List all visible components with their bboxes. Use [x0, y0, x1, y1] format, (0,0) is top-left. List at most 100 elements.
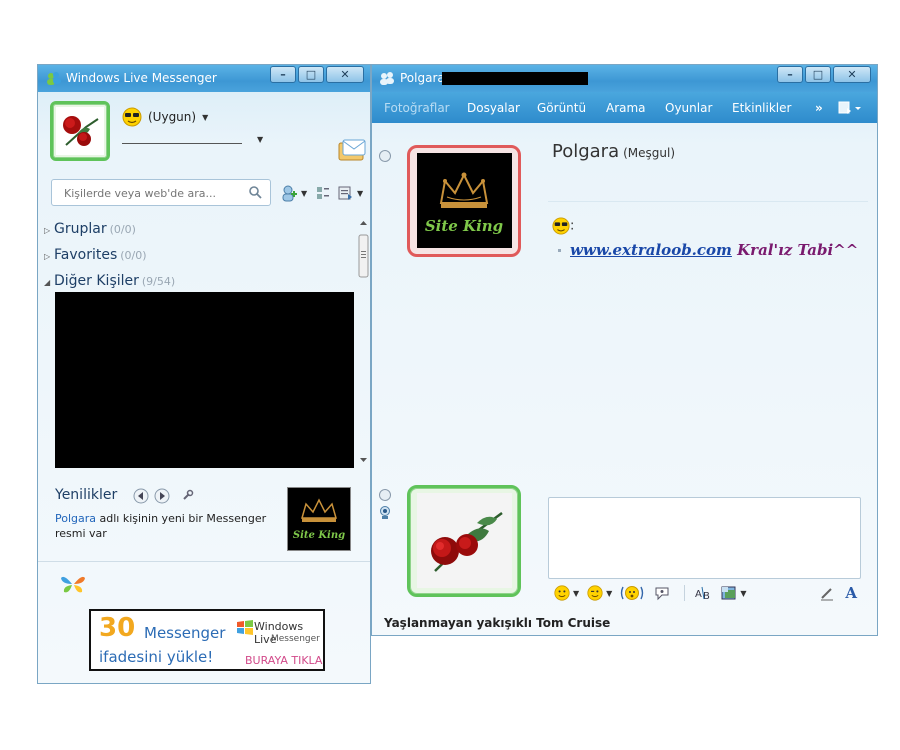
maximize-icon: □	[812, 68, 824, 81]
contact-avatar[interactable]: Site King	[407, 145, 521, 257]
collapse-arrow-icon: ◢	[44, 278, 51, 287]
menu-files[interactable]: Dosyalar	[467, 101, 520, 115]
ad-banner[interactable]: 30 Messenger ifadesini yükle! Windows Li…	[89, 609, 325, 671]
group-gruplar[interactable]: ▷ Gruplar (0/0)	[44, 221, 136, 237]
message-text: www.extraloob.com Kral'ız Tabi^^	[570, 241, 858, 259]
minimize-icon: –	[787, 68, 793, 81]
header-divider	[548, 201, 868, 202]
minimize-button[interactable]: –	[777, 66, 803, 83]
webcam-icon[interactable]	[379, 506, 391, 520]
display-name-field[interactable]	[122, 143, 242, 144]
wink-icon[interactable]	[587, 585, 603, 601]
menu-video[interactable]: Görüntü	[537, 101, 586, 115]
contact-icon	[380, 72, 394, 85]
chevron-down-icon[interactable]: ▼	[573, 589, 579, 598]
search-icon[interactable]	[248, 185, 262, 199]
cool-emoticon-icon	[122, 107, 142, 127]
menu-games[interactable]: Oyunlar	[665, 101, 712, 115]
message-input[interactable]	[548, 497, 861, 579]
menu-call[interactable]: Arama	[606, 101, 646, 115]
group-count: (0/0)	[109, 223, 136, 236]
chevron-down-icon[interactable]: ▼	[257, 135, 263, 144]
chevron-down-icon: ▼	[357, 188, 364, 198]
messenger-logo-icon	[47, 72, 61, 85]
more-menu-button[interactable]: »	[815, 101, 823, 115]
scrollbar-track	[358, 221, 369, 462]
news-text: Polgara adlı kişinin yeni bir Messenger …	[55, 511, 270, 541]
menu-photos[interactable]: Fotoğraflar	[384, 101, 450, 115]
minimize-button[interactable]: –	[270, 66, 296, 83]
voice-clip-icon[interactable]	[654, 585, 670, 601]
personal-message: Yaşlanmayan yakışıklı Tom Cruise	[384, 616, 611, 630]
group-diger-kisiler[interactable]: ◢ Diğer Kişiler (9/54)	[44, 273, 175, 289]
news-thumbnail[interactable]: Site King	[287, 487, 351, 551]
collapse-avatar-icon[interactable]	[379, 150, 391, 162]
group-count: (9/54)	[141, 275, 176, 288]
show-menu-button[interactable]: ▼	[338, 184, 363, 202]
conversation-title: Polgara	[400, 71, 445, 85]
status-selector[interactable]: (Uygun) ▼	[122, 107, 208, 127]
chevron-down-icon[interactable]: ▼	[606, 589, 612, 598]
formatting-toolbar: ▼ ▼ AB ▼ A	[548, 579, 861, 607]
wrench-icon[interactable]	[182, 489, 194, 501]
message-bullet	[558, 249, 561, 252]
conversation-titlebar: Polgara – □ ✕	[372, 65, 877, 92]
menu-activities[interactable]: Etkinlikler	[732, 101, 791, 115]
messenger-titlebar: Windows Live Messenger – □ ✕	[38, 65, 370, 92]
inbox-mail-icon[interactable]	[337, 139, 367, 163]
change-layout-button[interactable]	[316, 184, 330, 202]
message-link[interactable]: www.extraloob.com	[570, 241, 732, 259]
window-controls: – □ ✕	[775, 66, 871, 84]
ad-brand-sub: Messenger	[271, 634, 320, 644]
chevron-down-icon: ▼	[301, 188, 308, 198]
news-thumb-text: Site King	[293, 530, 345, 541]
ad-number: 30	[99, 613, 136, 643]
windows-logo-icon	[237, 620, 253, 635]
toolbar-divider	[684, 585, 686, 601]
close-button[interactable]: ✕	[326, 66, 364, 83]
chevron-down-icon[interactable]: ▼	[740, 589, 746, 598]
emoticon-icon[interactable]	[554, 585, 570, 601]
font-icon[interactable]: A	[845, 584, 857, 602]
divider	[38, 561, 370, 562]
maximize-button[interactable]: □	[298, 66, 324, 83]
cool-emoticon-icon	[552, 217, 570, 235]
conversation-window: Polgara – □ ✕ Fotoğraflar Dosyalar Görün…	[371, 64, 878, 636]
menu-icon	[338, 186, 352, 200]
user-avatar[interactable]	[50, 101, 110, 161]
close-button[interactable]: ✕	[833, 66, 871, 83]
nudge-icon[interactable]	[620, 585, 644, 601]
search-box[interactable]	[51, 179, 271, 206]
my-avatar[interactable]	[407, 485, 521, 597]
message-sender-line: :	[552, 217, 574, 235]
messenger-window: Windows Live Messenger – □ ✕ (Uygun) ▼ ▼	[37, 64, 371, 684]
layout-icon	[317, 187, 329, 199]
svg-text:A: A	[695, 589, 702, 600]
maximize-button[interactable]: □	[805, 66, 831, 83]
chevron-down-icon: ▼	[202, 112, 209, 122]
news-title: Yenilikler	[55, 487, 118, 503]
collapse-avatar-icon[interactable]	[379, 489, 391, 501]
background-icon[interactable]	[721, 585, 737, 601]
handwriting-icon[interactable]	[819, 585, 835, 601]
next-icon[interactable]	[154, 488, 170, 504]
windows-live-butterfly-icon[interactable]	[60, 572, 86, 596]
message-prefix: :	[570, 218, 575, 234]
group-label: Gruplar	[54, 221, 107, 237]
show-menu-icon[interactable]	[838, 100, 862, 116]
add-contact-button[interactable]: ▼	[280, 184, 307, 202]
group-favorites[interactable]: ▷ Favorites (0/0)	[44, 247, 147, 263]
translate-icon[interactable]: AB	[695, 585, 713, 601]
previous-icon[interactable]	[133, 488, 149, 504]
search-input[interactable]	[62, 186, 246, 201]
status-text: (Uygun)	[148, 110, 197, 124]
maximize-icon: □	[305, 68, 317, 81]
contact-name: Polgara	[552, 141, 620, 162]
close-icon: ✕	[847, 68, 857, 81]
news-contact-link[interactable]: Polgara	[55, 512, 96, 525]
contact-list-scrollbar[interactable]	[356, 215, 371, 469]
expand-arrow-icon: ▷	[44, 252, 51, 261]
group-label: Diğer Kişiler	[54, 273, 139, 289]
ad-cta[interactable]: BURAYA TIKLA	[245, 654, 322, 667]
redacted-contact-list	[55, 292, 354, 468]
